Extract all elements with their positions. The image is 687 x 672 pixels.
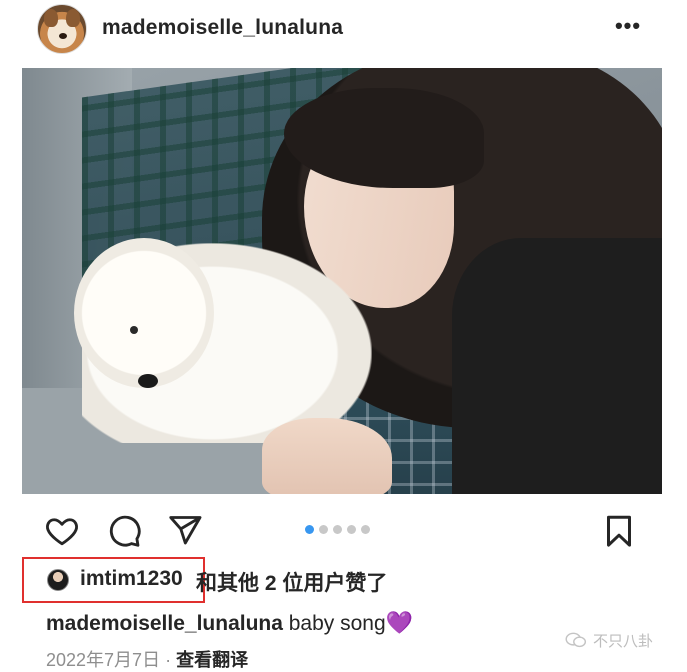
heart-outline-icon[interactable] (44, 513, 80, 549)
more-horizontal-icon[interactable]: ••• (613, 14, 643, 38)
watermark-text: 不只八卦 (593, 633, 654, 650)
photo-dog-head (74, 238, 214, 388)
likes-line: imtim1230 和其他 2 位用户赞了 (22, 557, 682, 603)
likes-count-text[interactable]: 和其他 2 位用户赞了 (196, 567, 387, 597)
post-header: mademoiselle_lunaluna ••• (0, 0, 687, 60)
carousel-dot[interactable] (333, 525, 342, 534)
photo-dog-eye (130, 326, 138, 334)
caption-username[interactable]: mademoiselle_lunaluna (46, 612, 283, 635)
carousel-dot[interactable] (347, 525, 356, 534)
post-caption: mademoiselle_lunaluna baby song💜 (46, 610, 413, 636)
watermark: 不只八卦 (565, 630, 653, 651)
photo-dog-nose (138, 374, 158, 388)
carousel-dot-active[interactable] (305, 525, 314, 534)
profile-avatar[interactable] (37, 4, 87, 54)
post-action-bar (0, 505, 687, 555)
post-photo[interactable] (22, 68, 662, 494)
see-translation-link[interactable]: 查看翻译 (176, 650, 248, 670)
meta-separator: · (160, 650, 177, 670)
post-date: 2022年7月7日 (46, 650, 161, 670)
carousel-dot[interactable] (319, 525, 328, 534)
purple-heart-icon: 💜 (385, 610, 414, 635)
post-author-username[interactable]: mademoiselle_lunaluna (102, 16, 343, 40)
photo-black-shirt (452, 238, 662, 494)
carousel-indicator (305, 525, 370, 535)
paper-plane-icon[interactable] (167, 513, 203, 549)
liker-username[interactable]: imtim1230 (80, 567, 183, 591)
carousel-dot[interactable] (361, 525, 370, 534)
bookmark-icon[interactable] (601, 513, 637, 549)
comment-bubble-icon[interactable] (106, 513, 142, 549)
liker-avatar[interactable] (47, 569, 69, 591)
avatar-dog-nose (59, 33, 67, 39)
avatar-dog-ear-left (44, 9, 58, 27)
avatar-dog-ear-right (66, 9, 80, 27)
wechat-icon (565, 632, 587, 648)
photo-hand (262, 418, 392, 494)
post-meta: 2022年7月7日 · 查看翻译 (46, 646, 248, 672)
caption-text: baby song (282, 612, 386, 635)
